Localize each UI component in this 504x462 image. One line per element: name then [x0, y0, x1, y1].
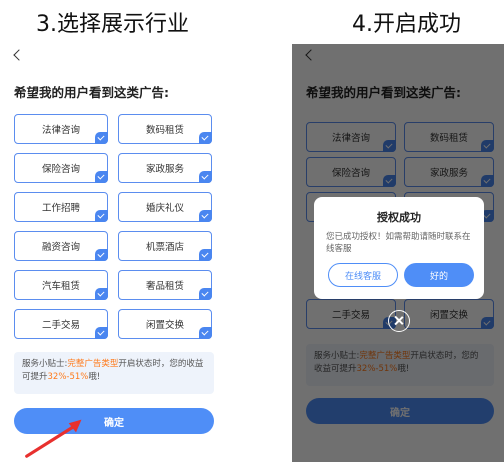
confirm-button[interactable]: 确定: [14, 408, 214, 434]
tag-wedding[interactable]: 婚庆礼仪: [118, 192, 212, 222]
back-icon[interactable]: [12, 46, 28, 64]
check-icon: [95, 249, 108, 261]
tag-luxury-rental[interactable]: 奢品租赁: [118, 270, 212, 300]
tag-car-rental[interactable]: 汽车租赁: [14, 270, 108, 300]
tip-highlight-types: 完整广告类型: [67, 359, 119, 369]
tag-insurance[interactable]: 保险咨询: [14, 153, 108, 183]
check-icon: [199, 171, 212, 183]
tip-suffix: 哦!: [88, 372, 101, 382]
dialog-body: 您已成功授权！如需帮助请随时联系在线客服: [326, 232, 471, 254]
tag-label: 法律咨询: [41, 125, 80, 136]
check-icon: [199, 132, 212, 144]
check-icon: [95, 288, 108, 300]
check-icon: [95, 171, 108, 183]
tutorial-canvas: 3.选择展示行业 4.开启成功 希望我的用户看到这类广告: 法律咨询 数码租赁 …: [0, 0, 504, 462]
tag-label: 二手交易: [41, 320, 80, 331]
tag-label: 家政服务: [145, 164, 184, 175]
tag-legal[interactable]: 法律咨询: [14, 114, 108, 144]
step3-title: 3.选择展示行业: [36, 12, 189, 37]
tip-highlight-percent: 32%-51%: [47, 372, 89, 382]
page-heading: 希望我的用户看到这类广告:: [14, 85, 169, 100]
check-icon: [95, 327, 108, 339]
ok-button[interactable]: 好的: [404, 263, 474, 287]
tag-travel[interactable]: 机票酒店: [118, 231, 212, 261]
service-tip: 服务小贴士:完整广告类型开启状态时，您的收益可提升32%-51%哦!: [14, 352, 214, 394]
tag-label: 奢品租赁: [145, 281, 184, 292]
tag-label: 婚庆礼仪: [145, 203, 184, 214]
tag-label: 闲置交换: [145, 320, 184, 331]
tag-label: 机票酒店: [145, 242, 184, 253]
tag-label: 汽车租赁: [41, 281, 80, 292]
tag-label: 数码租赁: [145, 125, 184, 136]
close-icon[interactable]: [388, 310, 410, 332]
check-icon: [95, 132, 108, 144]
phone-screen-select: 希望我的用户看到这类广告: 法律咨询 数码租赁 保险咨询 家政服务 工作招聘 婚…: [0, 44, 228, 462]
tag-digital-rental[interactable]: 数码租赁: [118, 114, 212, 144]
check-icon: [95, 210, 108, 222]
tag-idle-exchange[interactable]: 闲置交换: [118, 309, 212, 339]
dialog-title: 授权成功: [377, 211, 421, 224]
auth-success-dialog: 授权成功 您已成功授权！如需帮助请随时联系在线客服 在线客服 好的: [314, 197, 484, 299]
tag-financing[interactable]: 融资咨询: [14, 231, 108, 261]
online-service-button[interactable]: 在线客服: [328, 263, 398, 287]
check-icon: [199, 327, 212, 339]
tag-housekeeping[interactable]: 家政服务: [118, 153, 212, 183]
tag-label: 融资咨询: [41, 242, 80, 253]
tip-prefix: 服务小贴士:: [22, 359, 68, 369]
check-icon: [199, 210, 212, 222]
tag-label: 工作招聘: [41, 203, 80, 214]
tag-label: 保险咨询: [41, 164, 80, 175]
tag-secondhand[interactable]: 二手交易: [14, 309, 108, 339]
check-icon: [199, 249, 212, 261]
check-icon: [199, 288, 212, 300]
step4-title: 4.开启成功: [352, 12, 461, 37]
phone-screen-success: 希望我的用户看到这类广告: 法律咨询 数码租赁 保险咨询 家政服务 工作招聘 婚…: [292, 44, 504, 462]
tag-jobs[interactable]: 工作招聘: [14, 192, 108, 222]
